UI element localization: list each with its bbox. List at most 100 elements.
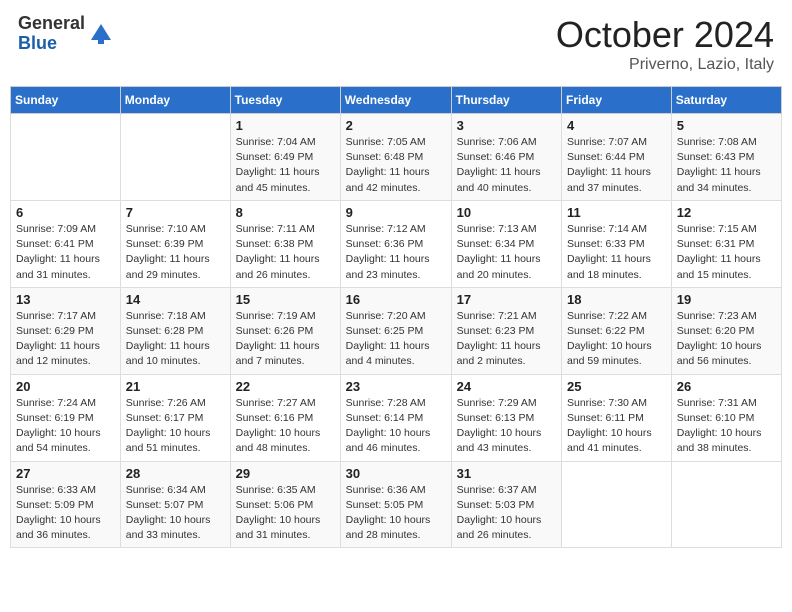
day-number: 18 bbox=[567, 292, 666, 307]
calendar-cell: 19 Sunrise: 7:23 AMSunset: 6:20 PMDayligh… bbox=[671, 287, 781, 374]
header: General Blue October 2024 Priverno, Lazi… bbox=[10, 10, 782, 78]
calendar-cell: 4Sunrise: 7:07 AMSunset: 6:44 PMDaylight… bbox=[562, 114, 672, 201]
calendar-cell: 27 Sunrise: 6:33 AMSunset: 5:09 PMDayligh… bbox=[11, 461, 121, 548]
day-info: Sunrise: 7:09 AMSunset: 6:41 PMDaylight:… bbox=[16, 222, 115, 283]
day-number: 31 bbox=[457, 466, 556, 481]
day-number: 10 bbox=[457, 205, 556, 220]
calendar-cell: 20 Sunrise: 7:24 AMSunset: 6:19 PMDayligh… bbox=[11, 374, 121, 461]
calendar-cell: 2Sunrise: 7:05 AMSunset: 6:48 PMDaylight… bbox=[340, 114, 451, 201]
day-number: 23 bbox=[346, 379, 446, 394]
weekday-header-saturday: Saturday bbox=[671, 87, 781, 114]
day-info: Sunrise: 7:23 AMSunset: 6:20 PMDaylight:… bbox=[677, 309, 776, 370]
calendar-cell: 1Sunrise: 7:04 AMSunset: 6:49 PMDaylight… bbox=[230, 114, 340, 201]
day-number: 20 bbox=[16, 379, 115, 394]
day-number: 6 bbox=[16, 205, 115, 220]
calendar-week-row: 13 Sunrise: 7:17 AMSunset: 6:29 PMDayligh… bbox=[11, 287, 782, 374]
calendar-cell: 15 Sunrise: 7:19 AMSunset: 6:26 PMDayligh… bbox=[230, 287, 340, 374]
calendar-week-row: 20 Sunrise: 7:24 AMSunset: 6:19 PMDayligh… bbox=[11, 374, 782, 461]
calendar-cell: 22 Sunrise: 7:27 AMSunset: 6:16 PMDayligh… bbox=[230, 374, 340, 461]
day-number: 22 bbox=[236, 379, 335, 394]
day-info: Sunrise: 7:11 AMSunset: 6:38 PMDaylight:… bbox=[236, 222, 335, 283]
day-info: Sunrise: 7:18 AMSunset: 6:28 PMDaylight:… bbox=[126, 309, 225, 370]
weekday-header-friday: Friday bbox=[562, 87, 672, 114]
logo-icon bbox=[87, 20, 115, 48]
calendar-cell: 9 Sunrise: 7:12 AMSunset: 6:36 PMDaylight… bbox=[340, 200, 451, 287]
day-info: Sunrise: 7:28 AMSunset: 6:14 PMDaylight:… bbox=[346, 396, 446, 457]
day-number: 5 bbox=[677, 118, 776, 133]
day-info: Sunrise: 6:37 AMSunset: 5:03 PMDaylight:… bbox=[457, 483, 556, 544]
day-info: Sunrise: 7:05 AMSunset: 6:48 PMDaylight:… bbox=[346, 135, 446, 196]
day-info: Sunrise: 7:29 AMSunset: 6:13 PMDaylight:… bbox=[457, 396, 556, 457]
day-info: Sunrise: 7:30 AMSunset: 6:11 PMDaylight:… bbox=[567, 396, 666, 457]
day-number: 1 bbox=[236, 118, 335, 133]
calendar-cell: 3Sunrise: 7:06 AMSunset: 6:46 PMDaylight… bbox=[451, 114, 561, 201]
calendar-cell: 24 Sunrise: 7:29 AMSunset: 6:13 PMDayligh… bbox=[451, 374, 561, 461]
calendar-table: SundayMondayTuesdayWednesdayThursdayFrid… bbox=[10, 86, 782, 548]
day-info: Sunrise: 7:06 AMSunset: 6:46 PMDaylight:… bbox=[457, 135, 556, 196]
calendar-cell: 16 Sunrise: 7:20 AMSunset: 6:25 PMDayligh… bbox=[340, 287, 451, 374]
calendar-week-row: 6 Sunrise: 7:09 AMSunset: 6:41 PMDaylight… bbox=[11, 200, 782, 287]
day-number: 19 bbox=[677, 292, 776, 307]
day-number: 30 bbox=[346, 466, 446, 481]
calendar-cell: 25Sunrise: 7:30 AMSunset: 6:11 PMDayligh… bbox=[562, 374, 672, 461]
logo: General Blue bbox=[18, 14, 119, 54]
day-info: Sunrise: 6:34 AMSunset: 5:07 PMDaylight:… bbox=[126, 483, 225, 544]
calendar-cell: 10 Sunrise: 7:13 AMSunset: 6:34 PMDayligh… bbox=[451, 200, 561, 287]
day-number: 12 bbox=[677, 205, 776, 220]
calendar-cell: 11Sunrise: 7:14 AMSunset: 6:33 PMDayligh… bbox=[562, 200, 672, 287]
calendar-cell: 29 Sunrise: 6:35 AMSunset: 5:06 PMDayligh… bbox=[230, 461, 340, 548]
month-title: October 2024 Priverno, Lazio, Italy bbox=[556, 14, 774, 74]
calendar-cell bbox=[671, 461, 781, 548]
day-info: Sunrise: 7:13 AMSunset: 6:34 PMDaylight:… bbox=[457, 222, 556, 283]
calendar-cell: 13 Sunrise: 7:17 AMSunset: 6:29 PMDayligh… bbox=[11, 287, 121, 374]
weekday-header-monday: Monday bbox=[120, 87, 230, 114]
location-heading: Priverno, Lazio, Italy bbox=[556, 56, 774, 74]
day-info: Sunrise: 6:36 AMSunset: 5:05 PMDaylight:… bbox=[346, 483, 446, 544]
day-number: 15 bbox=[236, 292, 335, 307]
day-info: Sunrise: 7:27 AMSunset: 6:16 PMDaylight:… bbox=[236, 396, 335, 457]
day-info: Sunrise: 7:15 AMSunset: 6:31 PMDaylight:… bbox=[677, 222, 776, 283]
day-info: Sunrise: 7:19 AMSunset: 6:26 PMDaylight:… bbox=[236, 309, 335, 370]
weekday-header-wednesday: Wednesday bbox=[340, 87, 451, 114]
calendar-cell: 14 Sunrise: 7:18 AMSunset: 6:28 PMDayligh… bbox=[120, 287, 230, 374]
calendar-cell: 12 Sunrise: 7:15 AMSunset: 6:31 PMDayligh… bbox=[671, 200, 781, 287]
day-number: 14 bbox=[126, 292, 225, 307]
day-number: 24 bbox=[457, 379, 556, 394]
day-number: 29 bbox=[236, 466, 335, 481]
calendar-week-row: 27 Sunrise: 6:33 AMSunset: 5:09 PMDayligh… bbox=[11, 461, 782, 548]
calendar-cell: 23 Sunrise: 7:28 AMSunset: 6:14 PMDayligh… bbox=[340, 374, 451, 461]
calendar-week-row: 1Sunrise: 7:04 AMSunset: 6:49 PMDaylight… bbox=[11, 114, 782, 201]
calendar-cell: 21 Sunrise: 7:26 AMSunset: 6:17 PMDayligh… bbox=[120, 374, 230, 461]
month-heading: October 2024 bbox=[556, 14, 774, 56]
day-number: 13 bbox=[16, 292, 115, 307]
calendar-cell: 26Sunrise: 7:31 AMSunset: 6:10 PMDayligh… bbox=[671, 374, 781, 461]
weekday-header-thursday: Thursday bbox=[451, 87, 561, 114]
day-info: Sunrise: 7:22 AMSunset: 6:22 PMDaylight:… bbox=[567, 309, 666, 370]
day-info: Sunrise: 7:26 AMSunset: 6:17 PMDaylight:… bbox=[126, 396, 225, 457]
day-info: Sunrise: 6:33 AMSunset: 5:09 PMDaylight:… bbox=[16, 483, 115, 544]
day-number: 28 bbox=[126, 466, 225, 481]
day-info: Sunrise: 6:35 AMSunset: 5:06 PMDaylight:… bbox=[236, 483, 335, 544]
day-info: Sunrise: 7:24 AMSunset: 6:19 PMDaylight:… bbox=[16, 396, 115, 457]
calendar-cell bbox=[11, 114, 121, 201]
day-info: Sunrise: 7:12 AMSunset: 6:36 PMDaylight:… bbox=[346, 222, 446, 283]
calendar-cell bbox=[120, 114, 230, 201]
day-number: 4 bbox=[567, 118, 666, 133]
day-info: Sunrise: 7:20 AMSunset: 6:25 PMDaylight:… bbox=[346, 309, 446, 370]
weekday-header-sunday: Sunday bbox=[11, 87, 121, 114]
day-info: Sunrise: 7:10 AMSunset: 6:39 PMDaylight:… bbox=[126, 222, 225, 283]
logo-general: General bbox=[18, 14, 85, 34]
calendar-cell: 5Sunrise: 7:08 AMSunset: 6:43 PMDaylight… bbox=[671, 114, 781, 201]
day-info: Sunrise: 7:17 AMSunset: 6:29 PMDaylight:… bbox=[16, 309, 115, 370]
calendar-cell: 7Sunrise: 7:10 AMSunset: 6:39 PMDaylight… bbox=[120, 200, 230, 287]
calendar-cell: 28 Sunrise: 6:34 AMSunset: 5:07 PMDayligh… bbox=[120, 461, 230, 548]
calendar-cell bbox=[562, 461, 672, 548]
day-number: 9 bbox=[346, 205, 446, 220]
calendar-cell: 8Sunrise: 7:11 AMSunset: 6:38 PMDaylight… bbox=[230, 200, 340, 287]
day-number: 26 bbox=[677, 379, 776, 394]
day-info: Sunrise: 7:21 AMSunset: 6:23 PMDaylight:… bbox=[457, 309, 556, 370]
day-info: Sunrise: 7:14 AMSunset: 6:33 PMDaylight:… bbox=[567, 222, 666, 283]
day-number: 21 bbox=[126, 379, 225, 394]
day-number: 16 bbox=[346, 292, 446, 307]
day-number: 27 bbox=[16, 466, 115, 481]
